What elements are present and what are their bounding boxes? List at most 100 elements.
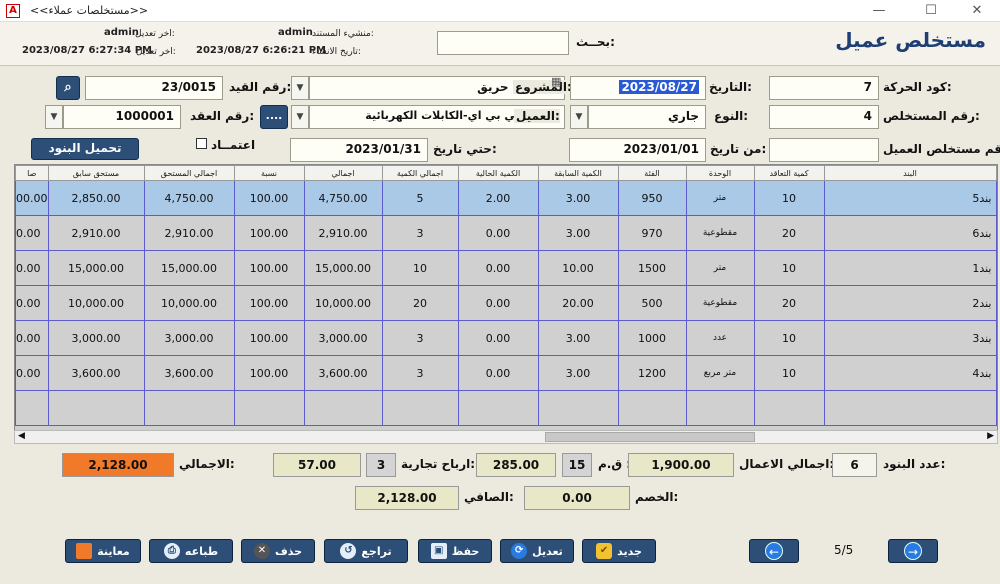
movement-code-field[interactable]: 7: [769, 76, 879, 100]
table-cell[interactable]: 3: [381, 355, 459, 391]
table-cell[interactable]: 3.00: [537, 355, 619, 391]
table-cell[interactable]: 15,000.00: [47, 250, 145, 286]
next-record-button[interactable]: →: [888, 539, 938, 563]
table-cell[interactable]: 100.00: [233, 250, 305, 286]
table-cell[interactable]: 20.00: [537, 285, 619, 321]
table-cell[interactable]: [457, 390, 539, 426]
previous-record-button[interactable]: ←: [749, 539, 799, 563]
table-cell[interactable]: 10,000.00: [303, 285, 383, 321]
table-cell[interactable]: بند2: [823, 285, 997, 321]
calendar-icon[interactable]: ▦: [551, 75, 561, 88]
table-cell[interactable]: 3.00: [537, 215, 619, 251]
table-row[interactable]: 0.00 3,000.00 3,000.00 100.00 3,000.00 3 0.00 3…: [15, 320, 997, 356]
table-cell[interactable]: 100.00: [233, 180, 305, 216]
table-cell[interactable]: 3,600.00: [143, 355, 235, 391]
table-cell[interactable]: 1000: [617, 320, 687, 356]
table-cell[interactable]: 0.00: [15, 215, 49, 251]
table-cell[interactable]: 3,600.00: [47, 355, 145, 391]
table-cell[interactable]: 0.00: [15, 320, 49, 356]
table-cell[interactable]: 10: [753, 180, 825, 216]
table-cell[interactable]: 2.00: [457, 180, 539, 216]
table-row[interactable]: 0.00 2,910.00 2,910.00 100.00 2,910.00 3 0.00 3…: [15, 215, 997, 251]
table-cell[interactable]: بند1: [823, 250, 997, 286]
from-date-field[interactable]: 2023/01/01: [569, 138, 706, 162]
table-cell[interactable]: بند6: [823, 215, 997, 251]
table-row[interactable]: 0.00 3,600.00 3,600.00 100.00 3,600.00 3 0.00 3…: [15, 355, 997, 391]
table-cell[interactable]: 15,000.00: [143, 250, 235, 286]
table-cell[interactable]: 10,000.00: [47, 285, 145, 321]
table-cell[interactable]: 20: [753, 285, 825, 321]
grid-header-cell[interactable]: كمية التعاقد: [753, 165, 825, 181]
customer-dropdown-button[interactable]: ▼: [291, 105, 309, 129]
table-cell[interactable]: 10: [381, 250, 459, 286]
date-field[interactable]: 2023/08/27: [570, 76, 706, 100]
table-cell[interactable]: 3,000.00: [303, 320, 383, 356]
table-cell[interactable]: [47, 390, 145, 426]
contract-no-field[interactable]: 1000001: [63, 105, 181, 129]
new-button[interactable]: ✔ جديد: [582, 539, 656, 563]
table-cell[interactable]: [303, 390, 383, 426]
scroll-right-icon[interactable]: ▶: [987, 431, 994, 441]
close-button[interactable]: ✕: [954, 0, 1000, 22]
table-cell[interactable]: 0.00: [457, 250, 539, 286]
table-cell[interactable]: 3.00: [537, 180, 619, 216]
table-cell[interactable]: [143, 390, 235, 426]
table-cell[interactable]: 0.00: [15, 250, 49, 286]
table-cell[interactable]: 1500: [617, 250, 687, 286]
table-cell[interactable]: 3: [381, 320, 459, 356]
extract-no-field[interactable]: 4: [769, 105, 879, 129]
grid-header-cell[interactable]: اجمالي المستحق: [143, 165, 235, 181]
grid-header-cell[interactable]: صا: [15, 165, 49, 181]
table-cell[interactable]: [381, 390, 459, 426]
search-input[interactable]: [437, 31, 569, 55]
customer-extract-field[interactable]: [769, 138, 879, 162]
table-cell[interactable]: [233, 390, 305, 426]
table-cell[interactable]: 3,600.00: [303, 355, 383, 391]
scrollbar-thumb[interactable]: [545, 432, 755, 442]
table-cell[interactable]: 3: [381, 215, 459, 251]
table-cell[interactable]: 4,750.00: [303, 180, 383, 216]
grid-header-cell[interactable]: البند: [823, 165, 997, 181]
table-cell[interactable]: عدد: [685, 320, 755, 356]
table-cell[interactable]: 1200: [617, 355, 687, 391]
contract-dropdown-button[interactable]: ▼: [45, 105, 63, 129]
grid-header-cell[interactable]: نسبة: [233, 165, 305, 181]
table-cell[interactable]: 950: [617, 180, 687, 216]
table-cell[interactable]: متر مربع: [685, 355, 755, 391]
table-cell[interactable]: 10.00: [537, 250, 619, 286]
scroll-left-icon[interactable]: ◀: [18, 431, 25, 441]
table-cell[interactable]: بند5: [823, 180, 997, 216]
table-cell[interactable]: 100.00: [233, 320, 305, 356]
table-cell[interactable]: 20: [381, 285, 459, 321]
table-cell[interactable]: 15,000.00: [303, 250, 383, 286]
grid-header-cell[interactable]: الفئة: [617, 165, 687, 181]
table-cell[interactable]: 2,910.00: [303, 215, 383, 251]
table-cell[interactable]: 5: [381, 180, 459, 216]
entry-no-field[interactable]: 23/0015: [85, 76, 223, 100]
print-button[interactable]: ⎙ طباعه: [149, 539, 233, 563]
table-cell[interactable]: 0.00: [457, 215, 539, 251]
table-cell[interactable]: 2,850.00: [47, 180, 145, 216]
approve-checkbox[interactable]: [196, 138, 207, 149]
table-cell[interactable]: 3.00: [537, 320, 619, 356]
table-cell[interactable]: 970: [617, 215, 687, 251]
table-cell[interactable]: متر: [685, 180, 755, 216]
table-cell[interactable]: متر: [685, 250, 755, 286]
save-button[interactable]: ▣ حفظ: [418, 539, 492, 563]
table-row[interactable]: 0.00 10,000.00 10,000.00 100.00 10,000.00 20 0…: [15, 285, 997, 321]
undo-button[interactable]: ↺ تراجع: [324, 539, 408, 563]
type-field[interactable]: جاري: [588, 105, 706, 129]
table-cell[interactable]: [685, 390, 755, 426]
edit-button[interactable]: ⟳ تعديل: [500, 539, 574, 563]
table-cell[interactable]: 0.00: [457, 355, 539, 391]
table-cell[interactable]: بند3: [823, 320, 997, 356]
grid-header-cell[interactable]: مستحق سابق: [47, 165, 145, 181]
table-cell[interactable]: 0.00: [15, 285, 49, 321]
table-cell[interactable]: 10: [753, 250, 825, 286]
table-cell[interactable]: 10: [753, 355, 825, 391]
table-cell[interactable]: [823, 390, 997, 426]
table-cell[interactable]: [617, 390, 687, 426]
table-cell[interactable]: مقطوعية: [685, 215, 755, 251]
table-row[interactable]: 00.00 2,850.00 4,750.00 100.00 4,750.00 5 2.00…: [15, 180, 997, 216]
preview-button[interactable]: معاينة: [65, 539, 141, 563]
